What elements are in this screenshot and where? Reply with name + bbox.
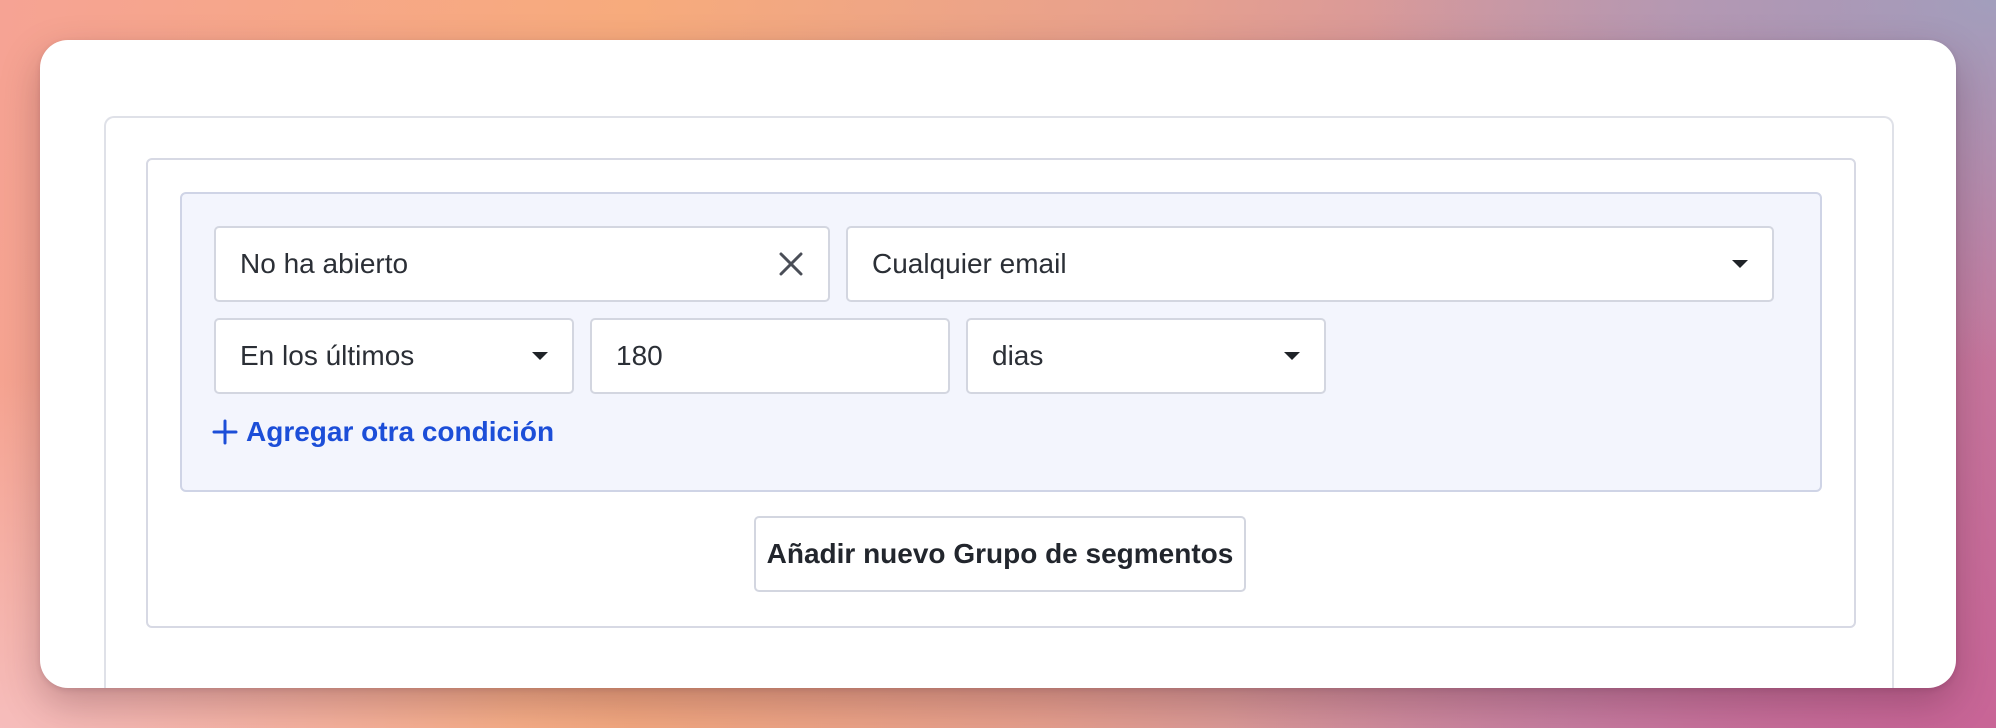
add-condition-link[interactable]: Agregar otra condición <box>212 416 554 448</box>
segment-builder-panel: No ha abierto Cualquier email En los últ… <box>104 116 1894 688</box>
add-condition-label: Agregar otra condición <box>246 416 555 447</box>
email-select-value: Cualquier email <box>872 248 1067 279</box>
segment-card: No ha abierto Cualquier email En los últ… <box>40 40 1956 688</box>
add-segment-group-button[interactable]: Añadir nuevo Grupo de segmentos <box>754 516 1246 592</box>
plus-icon <box>212 419 238 445</box>
period-select[interactable]: En los últimos <box>214 318 574 394</box>
time-unit-select[interactable]: dias <box>966 318 1326 394</box>
condition-type-select[interactable]: No ha abierto <box>214 226 830 302</box>
chevron-down-icon <box>532 352 548 360</box>
period-select-value: En los últimos <box>240 340 415 371</box>
chevron-down-icon <box>1732 260 1748 268</box>
add-segment-group-label: Añadir nuevo Grupo de segmentos <box>766 538 1234 569</box>
days-amount-input[interactable]: 180 <box>590 318 950 394</box>
close-icon[interactable] <box>778 251 804 277</box>
email-select[interactable]: Cualquier email <box>846 226 1774 302</box>
condition-type-value: No ha abierto <box>240 248 409 279</box>
chevron-down-icon <box>1284 352 1300 360</box>
time-unit-value: dias <box>992 340 1044 371</box>
days-amount-value: 180 <box>616 340 663 371</box>
segment-group-panel: No ha abierto Cualquier email En los últ… <box>146 158 1856 628</box>
condition-group: No ha abierto Cualquier email En los últ… <box>180 192 1822 492</box>
